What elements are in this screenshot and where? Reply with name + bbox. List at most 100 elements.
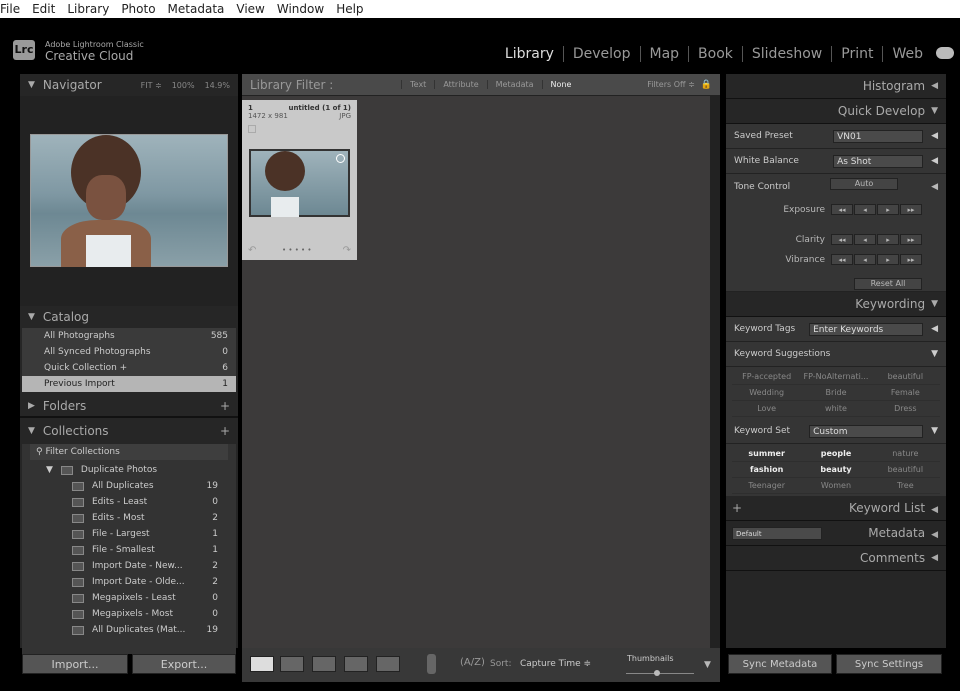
keyword-suggestion[interactable]: Love [732, 401, 802, 417]
catalog-item[interactable]: Quick Collection + 6 [22, 360, 236, 376]
menu-window[interactable]: Window [277, 0, 330, 18]
keyword-suggestion[interactable]: FP-accepted [732, 369, 802, 385]
keyword-list-header[interactable]: + Keyword List ◀ [726, 496, 946, 521]
keyword-set-item[interactable]: Women [801, 478, 871, 494]
quick-collection-circle-icon[interactable] [336, 154, 345, 163]
module-develop[interactable]: Develop [562, 46, 640, 62]
keyword-suggestion[interactable]: Dress [870, 401, 940, 417]
menu-metadata[interactable]: Metadata [168, 0, 231, 18]
catalog-item[interactable]: All Photographs 585 [22, 328, 236, 344]
reset-all-button[interactable]: Reset All [854, 278, 922, 290]
filter-tab-attribute[interactable]: Attribute [434, 80, 486, 89]
expand-triangle-icon[interactable]: ◀ [931, 324, 938, 334]
keyword-suggestions-header[interactable]: Keyword Suggestions ▼ [726, 342, 946, 367]
expand-triangle-icon[interactable]: ◀ [931, 156, 938, 166]
collection-item[interactable]: File - Largest 1 [22, 526, 236, 542]
collection-item[interactable]: All Duplicates (Mat... 19 [22, 622, 236, 638]
collection-set[interactable]: ▼ Duplicate Photos [22, 462, 236, 478]
expand-triangle-icon[interactable]: ◀ [931, 182, 938, 192]
menu-edit[interactable]: Edit [32, 0, 61, 18]
import-button[interactable]: Import... [22, 654, 128, 674]
compare-view-icon[interactable] [312, 656, 336, 672]
keyword-set-item[interactable]: beautiful [870, 462, 940, 478]
filter-collections-input[interactable]: ⚲ Filter Collections [30, 444, 228, 460]
rating-dots[interactable]: • • • • • [282, 246, 312, 254]
keyword-suggestion[interactable]: Wedding [732, 385, 802, 401]
module-slideshow[interactable]: Slideshow [741, 46, 831, 62]
keyword-set-item[interactable]: summer [732, 446, 802, 462]
painter-icon[interactable] [427, 654, 436, 674]
keyword-set-item[interactable]: fashion [732, 462, 802, 478]
navigator-preview[interactable] [20, 96, 238, 306]
quick-develop-header[interactable]: Quick Develop ▼ [726, 99, 946, 124]
auto-tone-button[interactable]: Auto [830, 178, 898, 190]
flag-icon[interactable] [248, 125, 256, 133]
exposure-buttons[interactable]: ◂◂ ◂ ▸ ▸▸ [831, 204, 922, 215]
keyword-set-select[interactable]: Custom [809, 424, 924, 438]
keyword-set-item[interactable]: Tree [870, 478, 940, 494]
module-print[interactable]: Print [831, 46, 882, 62]
thumbnail-size-slider[interactable] [626, 670, 694, 676]
collection-item[interactable]: All Duplicates 19 [22, 478, 236, 494]
thumbnail-image[interactable] [249, 149, 350, 217]
vibrance-buttons[interactable]: ◂◂ ◂ ▸ ▸▸ [831, 254, 922, 265]
collections-header[interactable]: ▼ Collections + [20, 420, 238, 442]
white-balance-select[interactable]: As Shot [833, 154, 924, 168]
keyword-set-item[interactable]: people [801, 446, 871, 462]
collapse-triangle-icon[interactable]: ▼ [931, 426, 938, 436]
keyword-set-item[interactable]: nature [870, 446, 940, 462]
catalog-header[interactable]: ▼ Catalog [20, 306, 238, 328]
rotate-left-icon[interactable]: ↶ [248, 245, 256, 256]
collection-item[interactable]: Import Date - New... 2 [22, 558, 236, 574]
metadata-preset-select[interactable]: Default [732, 526, 822, 540]
export-button[interactable]: Export... [132, 654, 236, 674]
slider-knob[interactable] [653, 670, 660, 676]
grid-view-icon[interactable] [250, 656, 274, 672]
loupe-view-icon[interactable] [280, 656, 304, 672]
keyword-set-item[interactable]: Teenager [732, 478, 802, 494]
rotate-right-icon[interactable]: ↷ [343, 245, 351, 256]
module-library[interactable]: Library [496, 46, 563, 62]
keyword-set-item[interactable]: beauty [801, 462, 871, 478]
lock-icon[interactable]: 🔒 [701, 80, 712, 90]
cloud-sync-icon[interactable] [936, 47, 954, 59]
filters-off-dropdown[interactable]: Filters Off ≑ [647, 80, 695, 89]
keyword-suggestion[interactable]: beautiful [870, 369, 940, 385]
zoom-fit[interactable]: FIT ≑ [141, 81, 162, 90]
survey-view-icon[interactable] [344, 656, 368, 672]
keyword-suggestion[interactable]: Female [870, 385, 940, 401]
menu-help[interactable]: Help [336, 0, 369, 18]
keyword-suggestion[interactable]: FP-NoAlternati... [801, 369, 871, 385]
menu-file[interactable]: File [0, 0, 26, 18]
folders-header[interactable]: ▶ Folders + [20, 396, 238, 418]
sync-metadata-button[interactable]: Sync Metadata [728, 654, 832, 674]
collection-item[interactable]: Megapixels - Least 0 [22, 590, 236, 606]
module-web[interactable]: Web [882, 46, 932, 62]
sort-direction-icon[interactable]: (A/Z) [460, 657, 485, 668]
saved-preset-select[interactable]: VN01 [833, 129, 924, 143]
collection-item[interactable]: File - Smallest 1 [22, 542, 236, 558]
filter-tab-text[interactable]: Text [401, 80, 434, 89]
scrollbar[interactable] [710, 96, 720, 648]
filter-tab-metadata[interactable]: Metadata [486, 80, 542, 89]
sync-settings-button[interactable]: Sync Settings [836, 654, 942, 674]
catalog-item[interactable]: All Synced Photographs 0 [22, 344, 236, 360]
people-view-icon[interactable] [376, 656, 400, 672]
clarity-buttons[interactable]: ◂◂ ◂ ▸ ▸▸ [831, 234, 922, 245]
navigator-header[interactable]: ▼ Navigator FIT ≑ 100% 14.9% [20, 74, 238, 96]
keyword-suggestion[interactable]: Bride [801, 385, 871, 401]
histogram-header[interactable]: Histogram ◀ [726, 74, 946, 99]
menu-view[interactable]: View [236, 0, 270, 18]
sort-dropdown[interactable]: Capture Time ≑ [520, 659, 591, 669]
menu-photo[interactable]: Photo [121, 0, 161, 18]
collection-item[interactable]: Import Date - Olde... 2 [22, 574, 236, 590]
collection-item[interactable]: Edits - Most 2 [22, 510, 236, 526]
zoom-100[interactable]: 100% [172, 81, 195, 90]
menu-library[interactable]: Library [67, 0, 115, 18]
add-folder-icon[interactable]: + [220, 399, 230, 413]
module-map[interactable]: Map [639, 46, 689, 62]
keyword-tags-select[interactable]: Enter Keywords [809, 322, 924, 336]
catalog-item[interactable]: Previous Import 1 [22, 376, 236, 392]
comments-header[interactable]: Comments ◀ [726, 546, 946, 571]
toolbar-menu-triangle-icon[interactable]: ▼ [704, 660, 711, 670]
